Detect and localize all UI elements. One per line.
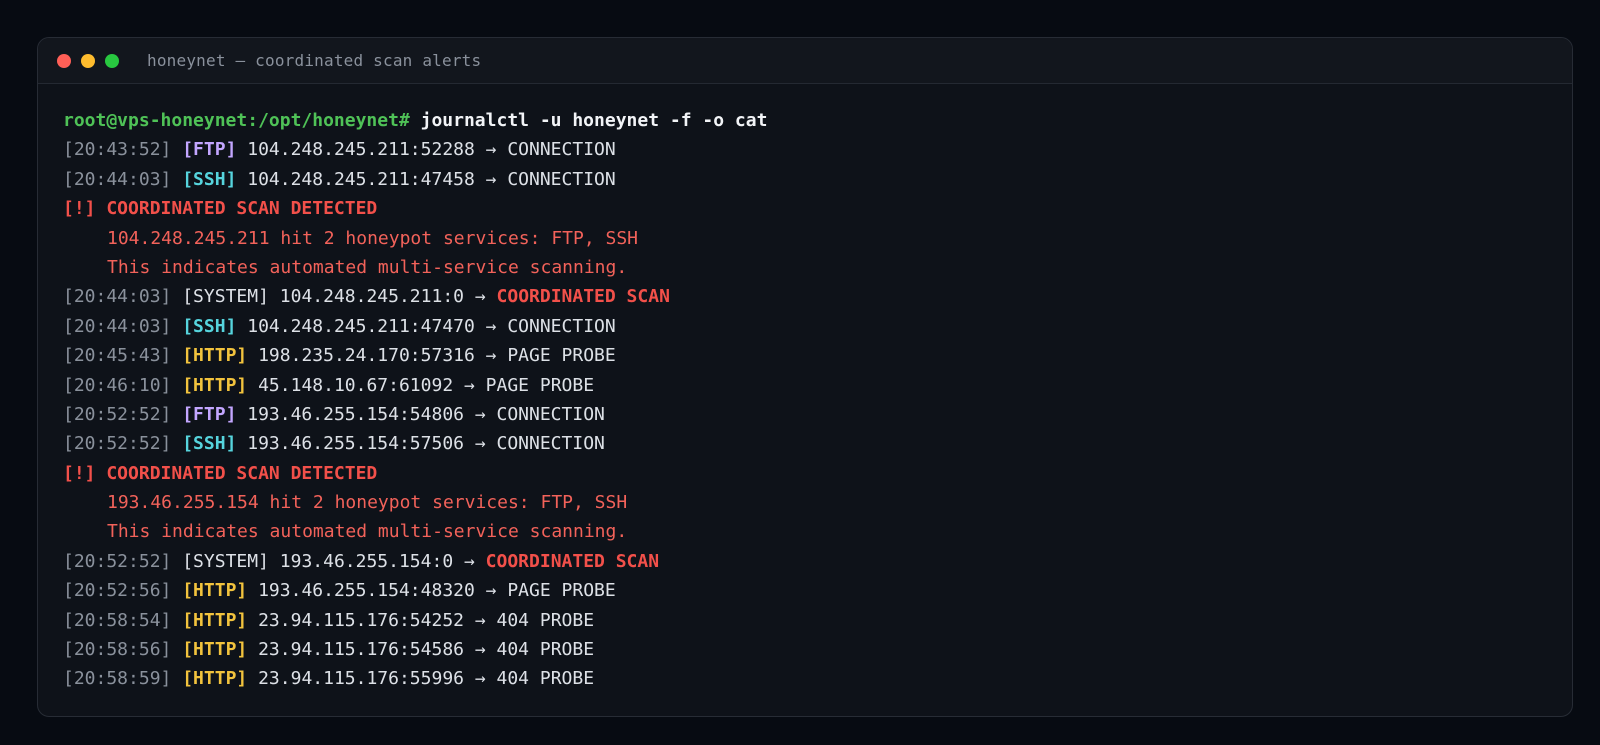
service-tag-http: [HTTP]	[182, 609, 248, 631]
alert-line: [!] COORDINATED SCAN DETECTED	[63, 194, 1572, 223]
alert-detail: This indicates automated multi-service s…	[107, 256, 628, 278]
alert-detail-line: 193.46.255.154 hit 2 honeypot services: …	[63, 488, 1572, 517]
log-line: [20:52:52] [SSH] 193.46.255.154:57506 → …	[63, 429, 1572, 458]
log-timestamp: [20:44:03]	[63, 315, 172, 337]
alert-message: [!] COORDINATED SCAN DETECTED	[63, 198, 378, 220]
log-line: [20:58:54] [HTTP] 23.94.115.176:54252 → …	[63, 606, 1572, 635]
log-timestamp: [20:44:03]	[63, 286, 172, 308]
service-tag-system: [SYSTEM]	[182, 286, 269, 308]
shell-command: journalctl -u honeynet -f -o cat	[420, 110, 768, 131]
log-timestamp: [20:43:52]	[63, 139, 172, 161]
log-line: [20:52:56] [HTTP] 193.46.255.154:48320 →…	[63, 576, 1572, 605]
terminal-output[interactable]: root@vps-honeynet:/opt/honeynet# journal…	[38, 84, 1572, 694]
shell-prompt: root@vps-honeynet:/opt/honeynet#	[63, 110, 410, 131]
alert-detail-line: This indicates automated multi-service s…	[63, 253, 1572, 282]
log-message: 104.248.245.211:52288 → CONNECTION	[247, 139, 616, 161]
log-message: 193.46.255.154:54806 → CONNECTION	[247, 403, 605, 425]
log-line: [20:58:59] [HTTP] 23.94.115.176:55996 → …	[63, 664, 1572, 693]
log-message: 193.46.255.154:0 →	[279, 550, 486, 572]
scan-highlight: COORDINATED SCAN	[496, 286, 670, 308]
service-tag-http: [HTTP]	[182, 345, 248, 367]
log-message: 104.248.245.211:47470 → CONNECTION	[247, 315, 616, 337]
log-line: [20:46:10] [HTTP] 45.148.10.67:61092 → P…	[63, 371, 1572, 400]
log-timestamp: [20:58:59]	[63, 668, 172, 690]
close-button-icon[interactable]	[57, 53, 71, 68]
log-line: [20:44:03] [SSH] 104.248.245.211:47458 →…	[63, 165, 1572, 194]
alert-detail-line: This indicates automated multi-service s…	[63, 517, 1572, 546]
log-timestamp: [20:46:10]	[63, 374, 172, 396]
log-message: 104.248.245.211:0 →	[279, 286, 497, 308]
log-line: [20:45:43] [HTTP] 198.235.24.170:57316 →…	[63, 341, 1572, 370]
service-tag-system: [SYSTEM]	[182, 550, 269, 572]
log-line: [20:58:56] [HTTP] 23.94.115.176:54586 → …	[63, 635, 1572, 664]
service-tag-ftp: [FTP]	[182, 139, 237, 161]
log-line: [20:52:52] [FTP] 193.46.255.154:54806 → …	[63, 400, 1572, 429]
log-message: 193.46.255.154:57506 → CONNECTION	[247, 433, 605, 455]
log-timestamp: [20:52:52]	[63, 403, 172, 425]
log-line: [20:43:52] [FTP] 104.248.245.211:52288 →…	[63, 135, 1572, 164]
service-tag-ssh: [SSH]	[182, 168, 237, 190]
alert-detail: 104.248.245.211 hit 2 honeypot services:…	[107, 227, 639, 249]
log-message: 23.94.115.176:54586 → 404 PROBE	[258, 639, 595, 661]
log-timestamp: [20:52:52]	[63, 550, 172, 572]
prompt-line: root@vps-honeynet:/opt/honeynet# journal…	[63, 106, 1572, 135]
log-timestamp: [20:52:56]	[63, 580, 172, 602]
service-tag-http: [HTTP]	[182, 639, 248, 661]
service-tag-http: [HTTP]	[182, 374, 248, 396]
log-timestamp: [20:52:52]	[63, 433, 172, 455]
log-line: [20:52:52] [SYSTEM] 193.46.255.154:0 → C…	[63, 547, 1572, 576]
scan-highlight: COORDINATED SCAN	[485, 550, 660, 572]
log-line: [20:44:03] [SSH] 104.248.245.211:47470 →…	[63, 312, 1572, 341]
alert-detail-line: 104.248.245.211 hit 2 honeypot services:…	[63, 224, 1572, 253]
terminal-window: honeynet — coordinated scan alerts root@…	[37, 37, 1573, 717]
log-timestamp: [20:44:03]	[63, 168, 172, 190]
zoom-button-icon[interactable]	[105, 53, 119, 68]
service-tag-ssh: [SSH]	[182, 433, 237, 455]
log-message: 193.46.255.154:48320 → PAGE PROBE	[258, 580, 616, 602]
log-message: 45.148.10.67:61092 → PAGE PROBE	[258, 374, 595, 396]
log-line: [20:44:03] [SYSTEM] 104.248.245.211:0 → …	[63, 282, 1572, 311]
log-message: 23.94.115.176:55996 → 404 PROBE	[258, 668, 595, 690]
log-message: 104.248.245.211:47458 → CONNECTION	[247, 168, 616, 190]
title-bar[interactable]: honeynet — coordinated scan alerts	[38, 38, 1572, 84]
log-timestamp: [20:58:54]	[63, 609, 172, 631]
service-tag-ftp: [FTP]	[182, 403, 237, 425]
log-message: 198.235.24.170:57316 → PAGE PROBE	[258, 345, 616, 367]
minimize-button-icon[interactable]	[81, 53, 95, 68]
log-timestamp: [20:58:56]	[63, 639, 172, 661]
service-tag-http: [HTTP]	[182, 668, 248, 690]
alert-detail: This indicates automated multi-service s…	[107, 521, 628, 543]
alert-line: [!] COORDINATED SCAN DETECTED	[63, 459, 1572, 488]
window-title: honeynet — coordinated scan alerts	[147, 51, 482, 70]
alert-message: [!] COORDINATED SCAN DETECTED	[63, 462, 378, 484]
service-tag-ssh: [SSH]	[182, 315, 237, 337]
log-message: 23.94.115.176:54252 → 404 PROBE	[258, 609, 595, 631]
service-tag-http: [HTTP]	[182, 580, 248, 602]
alert-detail: 193.46.255.154 hit 2 honeypot services: …	[107, 492, 628, 514]
log-timestamp: [20:45:43]	[63, 345, 172, 367]
